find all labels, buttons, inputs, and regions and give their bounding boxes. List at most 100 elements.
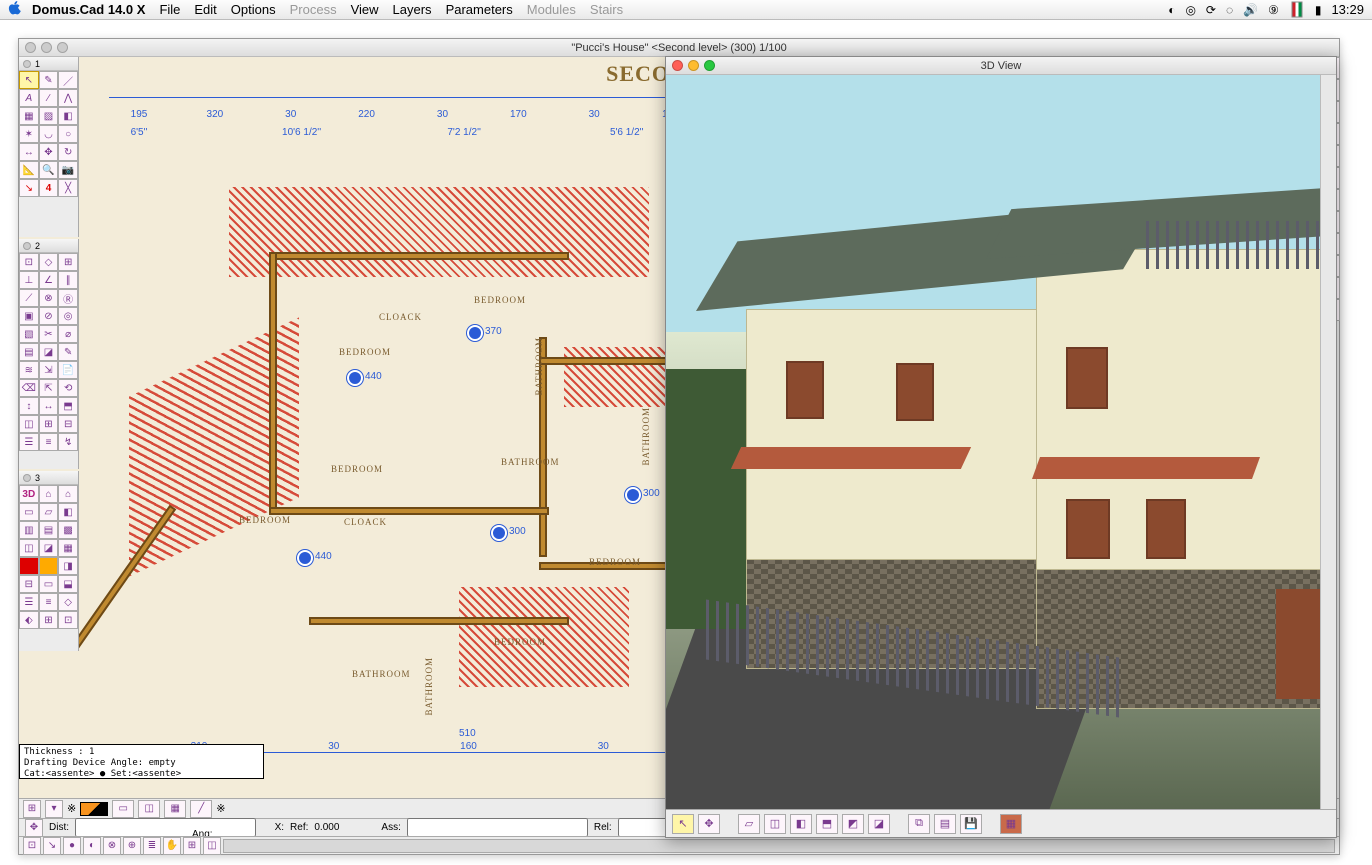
tool-pencil[interactable]: ／ <box>58 71 78 89</box>
tool-measure[interactable]: 📐 <box>19 161 39 179</box>
tool-arc[interactable]: ◡ <box>39 125 59 143</box>
bb1-d[interactable]: ◫ <box>138 800 160 818</box>
app-name[interactable]: Domus.Cad 14.0 X <box>32 2 145 17</box>
snap-ortho[interactable]: ⊥ <box>19 271 39 289</box>
bb2-icon[interactable]: ✥ <box>25 819 43 837</box>
menu-edit[interactable]: Edit <box>194 2 216 17</box>
menu-stairs[interactable]: Stairs <box>590 2 623 17</box>
snap-z[interactable]: ≡ <box>39 433 59 451</box>
view-t[interactable]: ⊞ <box>39 611 59 629</box>
menu-layers[interactable]: Layers <box>393 2 432 17</box>
tool-circle[interactable]: ○ <box>58 125 78 143</box>
bb3-b[interactable]: ↘ <box>43 837 61 855</box>
tool-camera[interactable]: 📷 <box>58 161 78 179</box>
menu-view[interactable]: View <box>351 2 379 17</box>
tool3d-top[interactable]: ⬒ <box>816 814 838 834</box>
view-m[interactable]: ⊟ <box>19 575 39 593</box>
tool3d-pan[interactable]: ✥ <box>698 814 720 834</box>
snap-n[interactable]: ⇲ <box>39 361 59 379</box>
dist-input[interactable] <box>75 818 256 837</box>
snap-p[interactable]: ⌫ <box>19 379 39 397</box>
view-n[interactable]: ▭ <box>39 575 59 593</box>
bb1-f[interactable]: ╱ <box>190 800 212 818</box>
tool3d-copy[interactable]: ⧉ <box>908 814 930 834</box>
snap-s[interactable]: ↕ <box>19 397 39 415</box>
tool-line[interactable]: ∕ <box>39 89 59 107</box>
snap-x[interactable]: ⊟ <box>58 415 78 433</box>
tool-door[interactable]: ◧ <box>58 107 78 125</box>
tool-dimension[interactable]: ↔ <box>19 143 39 161</box>
tool-text[interactable]: A <box>19 89 39 107</box>
view-q[interactable]: ≡ <box>39 593 59 611</box>
tool-lasso[interactable]: ✎ <box>39 71 59 89</box>
menu-process[interactable]: Process <box>290 2 337 17</box>
ass-input[interactable] <box>407 818 588 837</box>
apple-menu-icon[interactable] <box>8 1 22 18</box>
snap-c[interactable]: Ⓡ <box>58 289 78 307</box>
bb1-e[interactable]: ▦ <box>164 800 186 818</box>
tool-num[interactable]: 4 <box>39 179 59 197</box>
bb3-i[interactable]: ⊞ <box>183 837 201 855</box>
view-red[interactable] <box>19 557 39 575</box>
zoom-button[interactable] <box>57 42 68 53</box>
view-g[interactable]: ▤ <box>39 521 59 539</box>
view-e[interactable]: ◧ <box>58 503 78 521</box>
view-c[interactable]: ▭ <box>19 503 39 521</box>
menu-modules[interactable]: Modules <box>527 2 576 17</box>
view-l[interactable]: ◨ <box>58 557 78 575</box>
tool-zoom[interactable]: 🔍 <box>39 161 59 179</box>
tool3d-save[interactable]: 💾 <box>960 814 982 834</box>
window-2d-titlebar[interactable]: "Pucci's House" <Second level> (300) 1/1… <box>19 39 1339 57</box>
close-button[interactable] <box>672 60 683 71</box>
snap-v[interactable]: ◫ <box>19 415 39 433</box>
tool-polyline[interactable]: ⋀ <box>58 89 78 107</box>
bb3-d[interactable]: ◐ <box>83 837 101 855</box>
tool-misc[interactable]: ╳ <box>58 179 78 197</box>
minimize-button[interactable] <box>41 42 52 53</box>
snap-h[interactable]: ✂ <box>39 325 59 343</box>
snap-r[interactable]: ⟲ <box>58 379 78 397</box>
tool-select[interactable]: ↖ <box>19 71 39 89</box>
hscrollbar[interactable] <box>223 839 1335 853</box>
close-button[interactable] <box>25 42 36 53</box>
view-s[interactable]: ⬖ <box>19 611 39 629</box>
tool3d-side[interactable]: ◧ <box>790 814 812 834</box>
zoom-button[interactable] <box>704 60 715 71</box>
bb3-a[interactable]: ⊡ <box>23 837 41 855</box>
snap-b[interactable]: ⊗ <box>39 289 59 307</box>
bb3-g[interactable]: ≣ <box>143 837 161 855</box>
snap-aa[interactable]: ↯ <box>58 433 78 451</box>
view-j[interactable]: ◪ <box>39 539 59 557</box>
tool3d-material[interactable]: ▦ <box>1000 814 1022 834</box>
view-u[interactable]: ⊡ <box>58 611 78 629</box>
tray-icon[interactable]: ⑨ <box>1268 3 1279 17</box>
tool-move[interactable]: ✥ <box>39 143 59 161</box>
snap-l[interactable]: ✎ <box>58 343 78 361</box>
battery-icon[interactable]: ▮ <box>1315 3 1322 17</box>
clock[interactable]: 13:29 <box>1331 2 1364 17</box>
snap-y[interactable]: ☰ <box>19 433 39 451</box>
menu-options[interactable]: Options <box>231 2 276 17</box>
window-3d-titlebar[interactable]: 3D View <box>666 57 1336 75</box>
view-i[interactable]: ◫ <box>19 539 39 557</box>
tray-icon[interactable]: ◌ <box>1226 3 1233 17</box>
tool3d-persp[interactable]: ▱ <box>738 814 760 834</box>
bb1-a[interactable]: ⊞ <box>23 800 41 818</box>
tool3d-layers[interactable]: ▤ <box>934 814 956 834</box>
palette-close-icon[interactable] <box>23 242 31 250</box>
view-p[interactable]: ☰ <box>19 593 39 611</box>
bb3-j[interactable]: ◫ <box>203 837 221 855</box>
palette-close-icon[interactable] <box>23 474 31 482</box>
view-b[interactable]: ⌂ <box>58 485 78 503</box>
tray-icon[interactable]: ◐ <box>1168 3 1175 17</box>
snap-j[interactable]: ▤ <box>19 343 39 361</box>
color-swatch[interactable] <box>80 802 108 816</box>
view-a[interactable]: ⌂ <box>39 485 59 503</box>
snap-m[interactable]: ≋ <box>19 361 39 379</box>
bb3-h[interactable]: ✋ <box>163 837 181 855</box>
snap-a[interactable]: ⟋ <box>19 289 39 307</box>
snap-e[interactable]: ⊘ <box>39 307 59 325</box>
snap-parallel[interactable]: ∥ <box>58 271 78 289</box>
snap-endpoint[interactable]: ⊡ <box>19 253 39 271</box>
palette-close-icon[interactable] <box>23 60 31 68</box>
